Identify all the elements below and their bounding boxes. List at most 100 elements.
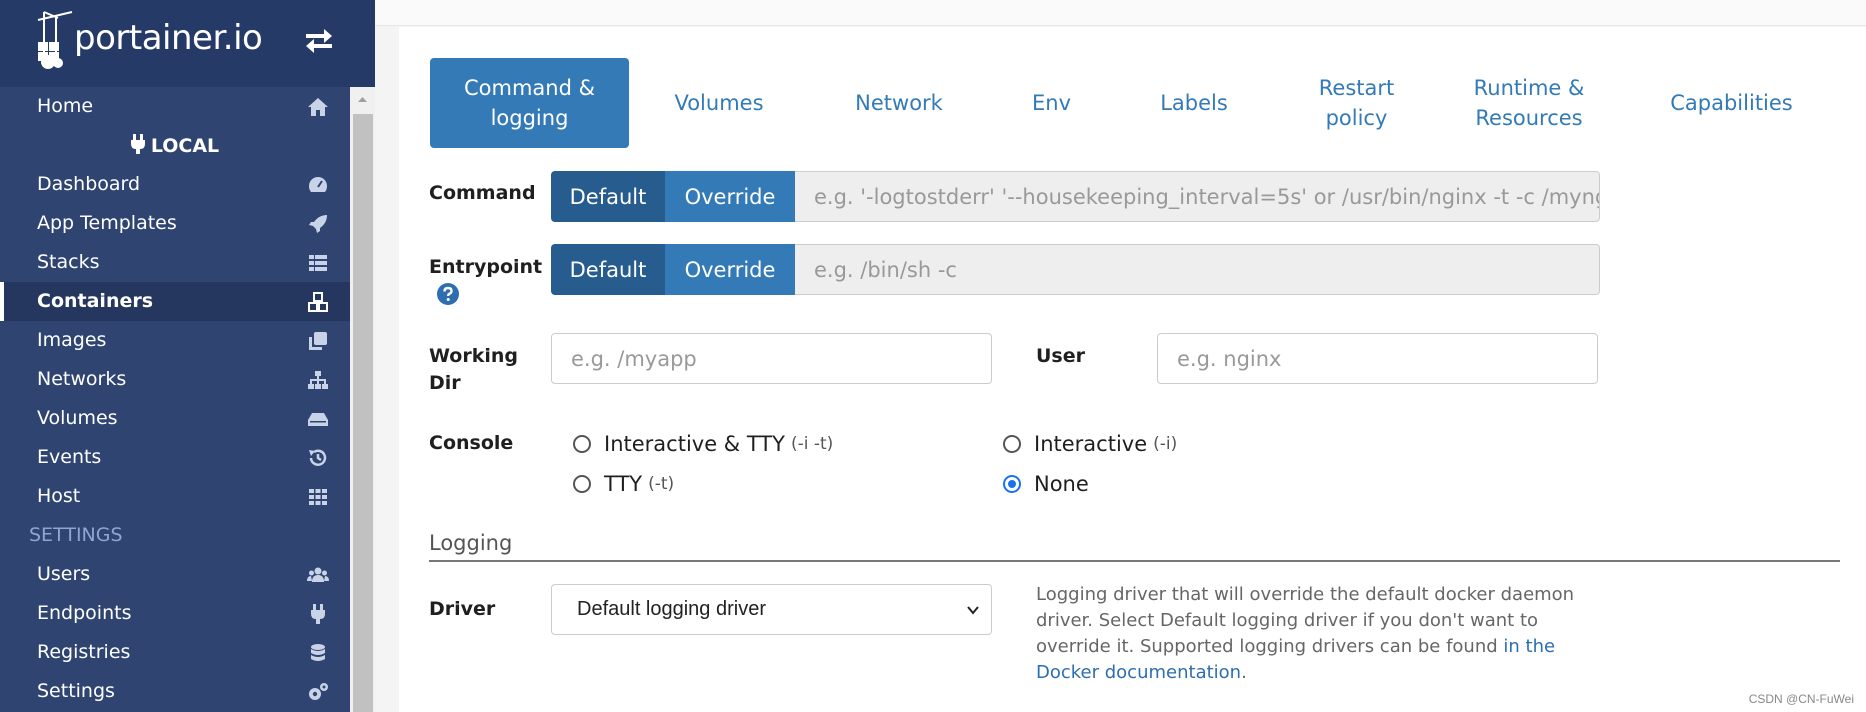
sidebar-nav: Home LOCAL Dashboard App Templates Stack… — [0, 87, 350, 712]
radio-label: Interactive & TTY — [604, 432, 785, 456]
sidebar-item-endpoints[interactable]: Endpoints — [0, 594, 350, 633]
sidebar-item-label: Volumes — [37, 407, 118, 429]
sidebar-item-app-templates[interactable]: App Templates — [0, 204, 350, 243]
console-label: Console — [429, 432, 514, 454]
scroll-up-button[interactable] — [350, 87, 375, 112]
console-option-none[interactable]: None — [1003, 472, 1089, 496]
sidebar-item-stacks[interactable]: Stacks — [0, 243, 350, 282]
users-icon — [307, 567, 329, 582]
exchange-icon[interactable] — [304, 28, 334, 54]
user-input[interactable]: e.g. nginx — [1157, 333, 1598, 384]
tab-runtime-resources[interactable]: Runtime & Resources — [1439, 58, 1619, 148]
tab-command-logging[interactable]: Command & logging — [430, 58, 629, 148]
sidebar-item-networks[interactable]: Networks — [0, 360, 350, 399]
portainer-logo-icon[interactable] — [36, 8, 76, 70]
help-text-end: . — [1241, 662, 1247, 683]
sidebar-item-containers[interactable]: Containers — [0, 282, 350, 321]
working-dir-input[interactable]: e.g. /myapp — [551, 333, 992, 384]
entrypoint-override-button[interactable]: Override — [665, 244, 795, 295]
logging-driver-help: Logging driver that will override the de… — [1036, 582, 1586, 686]
radio-label: TTY — [604, 472, 643, 496]
console-option-interactive[interactable]: Interactive (-i) — [1003, 432, 1177, 456]
sidebar-item-label: Stacks — [37, 251, 100, 273]
select-value: Default logging driver — [577, 598, 766, 620]
chevron-down-icon — [967, 606, 979, 615]
console-option-interactive-tty[interactable]: Interactive & TTY (-i -t) — [573, 432, 833, 456]
settings-heading: SETTINGS — [29, 524, 123, 546]
tab-label: Env — [1031, 91, 1071, 115]
plug-icon — [130, 134, 145, 154]
sidebar-item-label: Home — [37, 95, 94, 117]
command-default-button[interactable]: Default — [551, 171, 665, 222]
section-divider — [429, 560, 1840, 562]
command-input[interactable]: e.g. '-logtostderr' '--housekeeping_inte… — [795, 171, 1600, 222]
sidebar-item-settings[interactable]: Settings — [0, 672, 350, 711]
cubes-icon — [308, 292, 328, 312]
tab-restart-policy[interactable]: Restart policy — [1274, 58, 1439, 148]
radio-button[interactable] — [1003, 475, 1021, 493]
radio-button[interactable] — [573, 435, 591, 453]
tab-env[interactable]: Env — [989, 58, 1114, 148]
database-icon — [311, 644, 325, 661]
scroll-thumb[interactable] — [353, 114, 373, 712]
logging-section-title: Logging — [429, 531, 513, 555]
working-dir-label: Working Dir — [429, 345, 518, 394]
sidebar-item-users[interactable]: Users — [0, 555, 350, 594]
sidebar-item-dashboard[interactable]: Dashboard — [0, 165, 350, 204]
sidebar-item-home[interactable]: Home — [0, 87, 350, 126]
sidebar-item-images[interactable]: Images — [0, 321, 350, 360]
driver-label: Driver — [429, 598, 496, 620]
tachometer-icon — [308, 177, 328, 192]
tab-label: Network — [855, 91, 943, 115]
sidebar-item-label: Containers — [37, 290, 154, 312]
user-label: User — [1036, 345, 1085, 367]
home-icon — [308, 98, 328, 116]
entrypoint-input-group: Default Override e.g. /bin/sh -c — [551, 244, 1600, 295]
tab-label: Runtime & Resources — [1473, 76, 1585, 130]
tab-labels[interactable]: Labels — [1114, 58, 1274, 148]
sidebar-item-label: Settings — [37, 680, 115, 702]
radio-hint: (-i -t) — [790, 434, 834, 454]
entrypoint-default-button[interactable]: Default — [551, 244, 665, 295]
th-icon — [309, 489, 327, 505]
command-override-button[interactable]: Override — [665, 171, 795, 222]
sidebar-item-events[interactable]: Events — [0, 438, 350, 477]
tab-label: Capabilities — [1670, 91, 1793, 115]
tab-label: Restart policy — [1318, 76, 1395, 130]
sidebar-item-volumes[interactable]: Volumes — [0, 399, 350, 438]
question-circle-icon[interactable] — [436, 282, 460, 306]
tab-network[interactable]: Network — [809, 58, 989, 148]
radio-hint: (-t) — [648, 474, 675, 494]
caret-up-icon — [358, 97, 367, 102]
top-bar — [375, 0, 1866, 26]
logging-driver-select[interactable]: Default logging driver — [551, 584, 992, 635]
container-config-panel: Command & logging Volumes Network Env La… — [399, 27, 1866, 712]
sidebar-item-host[interactable]: Host — [0, 477, 350, 516]
entrypoint-label: Entrypoint — [429, 256, 543, 278]
sidebar-item-label: Endpoints — [37, 602, 132, 624]
sidebar-item-label: Users — [37, 563, 91, 585]
radio-label: None — [1034, 472, 1089, 496]
endpoint-local: LOCAL — [0, 126, 350, 165]
console-option-tty[interactable]: TTY (-t) — [573, 472, 674, 496]
cogs-icon — [309, 683, 328, 700]
history-icon — [309, 449, 327, 466]
tab-label: Labels — [1160, 91, 1228, 115]
sidebar-item-label: Events — [37, 446, 102, 468]
tab-volumes[interactable]: Volumes — [629, 58, 809, 148]
brand-name[interactable]: portainer.io — [74, 18, 263, 58]
sidebar-item-label: Host — [37, 485, 81, 507]
rocket-icon — [309, 215, 327, 233]
sidebar-scrollbar[interactable] — [350, 87, 375, 712]
radio-hint: (-i) — [1153, 434, 1178, 454]
sidebar: portainer.io Home LOCAL Dashboard App Te… — [0, 0, 375, 712]
radio-button[interactable] — [573, 475, 591, 493]
tab-capabilities[interactable]: Capabilities — [1619, 58, 1844, 148]
radio-button[interactable] — [1003, 435, 1021, 453]
sidebar-item-label: Networks — [37, 368, 127, 390]
sidebar-item-registries[interactable]: Registries — [0, 633, 350, 672]
app-window: portainer.io Home LOCAL Dashboard App Te… — [0, 0, 1866, 712]
clone-icon — [309, 332, 327, 350]
command-label: Command — [429, 182, 536, 204]
entrypoint-input[interactable]: e.g. /bin/sh -c — [795, 244, 1600, 295]
